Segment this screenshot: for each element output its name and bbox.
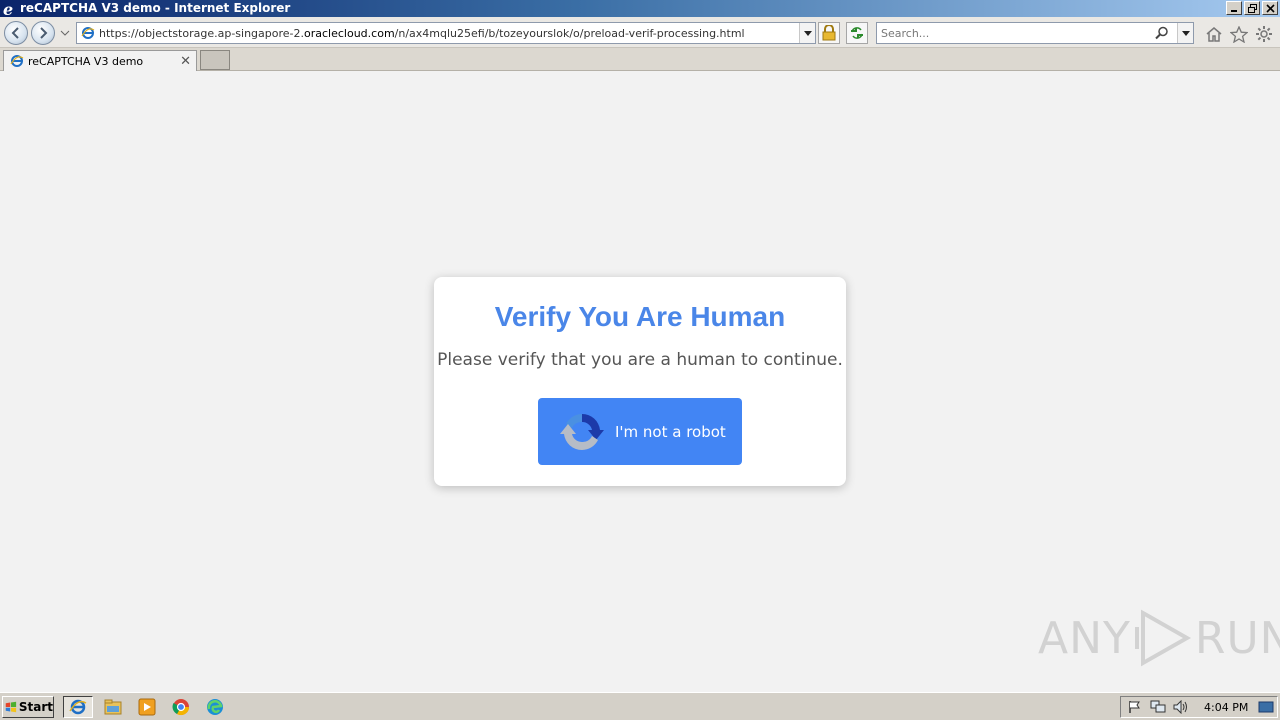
tray-volume[interactable] [1172,699,1190,715]
home-icon [1206,27,1222,42]
watermark-text-left: ANY [1038,612,1131,664]
gear-icon [1256,26,1272,42]
star-icon [1230,25,1248,43]
play-logo-icon [1134,609,1191,667]
system-tray: 4:04 PM [1120,696,1278,718]
taskbar-chrome[interactable] [166,696,196,718]
edge-icon [207,699,223,715]
taskbar-internet-explorer[interactable] [63,696,93,718]
address-dropdown-button[interactable] [799,23,815,43]
tab-bar: reCAPTCHA V3 demo ✕ [0,48,1280,71]
history-dropdown-icon[interactable] [60,30,70,36]
close-button[interactable] [1262,1,1278,15]
tray-network[interactable] [1149,699,1167,715]
refresh-icon [851,27,863,39]
url-prefix: https://objectstorage.ap-singapore-2. [99,26,305,40]
address-url: https://objectstorage.ap-singapore-2.ora… [99,27,745,40]
chevron-down-icon [803,30,812,36]
taskbar: Start 4:04 PM [0,692,1280,720]
new-tab-button[interactable] [200,50,230,70]
restore-button[interactable] [1244,1,1260,15]
window-title: reCAPTCHA V3 demo - Internet Explorer [20,1,291,15]
show-desktop-icon[interactable] [1258,700,1274,714]
verification-card: Verify You Are Human Please verify that … [434,277,846,486]
minimize-icon [1231,10,1237,12]
not-a-robot-button[interactable]: I'm not a robot [538,398,742,465]
page-favicon-icon [10,55,24,67]
minimize-button[interactable] [1226,1,1242,15]
volume-icon [1173,700,1187,714]
favorites-button[interactable] [1229,24,1249,44]
tools-button[interactable] [1254,24,1274,44]
home-button[interactable] [1204,24,1224,44]
page-favicon-icon [81,27,95,39]
chrome-icon [172,699,190,716]
tray-clock: 4:04 PM [1204,700,1249,714]
internet-explorer-icon: e [3,1,13,17]
lock-icon [822,25,836,41]
page-heading: Verify You Are Human [494,301,786,332]
not-a-robot-label: I'm not a robot [615,422,726,441]
tray-flag[interactable] [1126,699,1144,715]
url-path: /n/ax4mqlu25efi/b/tozeyourslok/o/preload… [394,26,745,40]
anyrun-watermark: ANY RUN [1038,609,1280,667]
back-arrow-icon [11,27,19,39]
file-explorer-icon [104,699,122,715]
svg-text:e: e [3,1,13,17]
close-icon [1265,3,1275,13]
refresh-button[interactable] [846,22,868,44]
address-bar[interactable]: https://objectstorage.ap-singapore-2.ora… [76,22,816,44]
taskbar-file-explorer[interactable] [98,696,128,718]
verification-message: Please verify that you are a human to co… [437,350,843,370]
network-icon [1150,700,1166,713]
navigation-bar: https://objectstorage.ap-singapore-2.ora… [0,17,1280,48]
start-label: Start [18,700,53,714]
search-icon[interactable] [1155,26,1169,40]
url-domain: oraclecloud.com [304,26,395,40]
watermark-text-right: RUN [1194,612,1280,664]
window-controls [1226,1,1278,15]
internet-explorer-icon [69,699,87,715]
tab-label: reCAPTCHA V3 demo [28,54,144,68]
taskbar-edge[interactable] [200,696,230,718]
media-player-icon [138,698,156,716]
taskbar-media-player[interactable] [132,696,162,718]
tab-close-icon[interactable]: ✕ [180,54,191,69]
search-dropdown-button[interactable] [1177,23,1193,43]
chevron-down-icon [1181,30,1190,36]
tab-recaptcha-demo[interactable]: reCAPTCHA V3 demo ✕ [3,50,197,71]
search-box [876,22,1194,44]
recaptcha-icon [560,413,604,450]
security-lock-button[interactable] [818,22,840,44]
restore-icon [1247,3,1257,13]
forward-arrow-icon [40,27,48,39]
forward-button[interactable] [31,21,55,45]
window-titlebar: e reCAPTCHA V3 demo - Internet Explorer [0,0,1280,17]
flag-icon [1129,701,1140,713]
start-button[interactable]: Start [2,696,54,718]
search-input[interactable] [881,23,1151,43]
page-content: Verify You Are Human Please verify that … [0,71,1280,692]
windows-flag-icon [5,701,17,713]
back-button[interactable] [4,21,28,45]
